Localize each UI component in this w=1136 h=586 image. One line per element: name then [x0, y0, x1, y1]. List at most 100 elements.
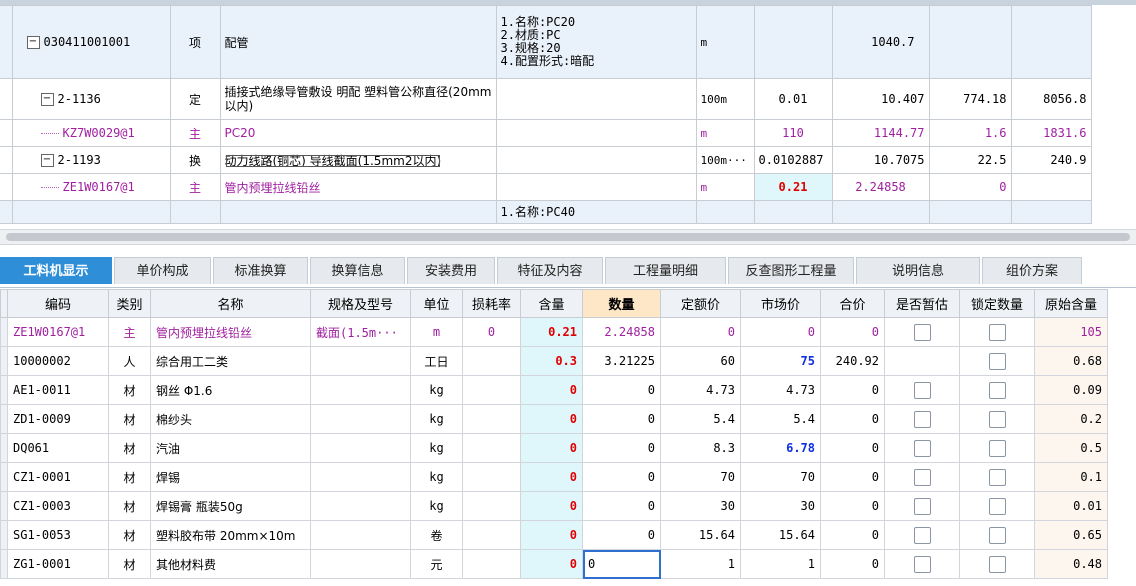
provisional-checkbox[interactable]	[913, 410, 931, 428]
spec-cell[interactable]	[310, 491, 411, 521]
lock-quantity-cell[interactable]	[959, 433, 1035, 463]
base-price-cell[interactable]: 5.4	[660, 404, 741, 434]
item-content-cell[interactable]	[753, 200, 833, 224]
provisional-checkbox-cell[interactable]	[884, 433, 960, 463]
tab-5[interactable]: 安装费用	[407, 257, 495, 284]
column-header[interactable]: 编码	[7, 289, 109, 318]
item-name-cell[interactable]: 动力线路(铜芯) 导线截面(1.5mm2以内)	[219, 146, 497, 174]
item-content-cell[interactable]	[753, 5, 833, 79]
original-content-cell[interactable]: 105	[1034, 317, 1108, 347]
quantity-cell[interactable]: 0	[582, 549, 661, 579]
item-description-cell[interactable]: 1.名称:PC40	[495, 200, 697, 224]
item-price-cell[interactable]: 0	[928, 173, 1012, 201]
lock-quantity-checkbox[interactable]	[988, 555, 1006, 573]
horizontal-scrollbar[interactable]	[0, 229, 1136, 245]
tab-1[interactable]: 工料机显示	[0, 257, 112, 284]
item-total-cell[interactable]: 240.9	[1010, 146, 1092, 174]
market-price-cell[interactable]: 6.78	[740, 433, 821, 463]
lock-quantity-checkbox[interactable]	[988, 381, 1006, 399]
column-header[interactable]: 原始含量	[1034, 289, 1108, 318]
original-content-cell[interactable]: 0.1	[1034, 462, 1108, 492]
tab-9[interactable]: 说明信息	[856, 257, 980, 284]
provisional-checkbox[interactable]	[913, 381, 931, 399]
item-row[interactable]: −2-1136 定插接式绝缘导管敷设 明配 塑料管公称直径(20mm以内) 100m…	[0, 78, 1136, 120]
item-type-cell[interactable]: 项	[169, 5, 221, 79]
lock-quantity-cell[interactable]	[959, 404, 1035, 434]
item-quantity-cell[interactable]: 1040.7	[831, 5, 930, 79]
original-content-cell[interactable]: 0.09	[1034, 375, 1108, 405]
item-total-cell[interactable]: 8056.8	[1010, 78, 1092, 120]
spec-cell[interactable]: 截面(1.5m···	[310, 317, 411, 347]
item-price-cell[interactable]: 774.18	[928, 78, 1012, 120]
unit-cell[interactable]: kg	[410, 404, 463, 434]
name-cell[interactable]: 焊锡膏 瓶装50g	[150, 491, 311, 521]
item-content-cell[interactable]: 0.21	[753, 173, 833, 201]
column-header[interactable]: 单位	[410, 289, 463, 318]
lock-quantity-checkbox[interactable]	[988, 439, 1006, 457]
item-total-cell[interactable]: 1831.6	[1010, 119, 1092, 147]
market-price-cell[interactable]: 0	[740, 317, 821, 347]
item-row[interactable]: 1.名称:PC40	[0, 200, 1136, 224]
total-cell[interactable]: 0	[820, 549, 885, 579]
unit-cell[interactable]: kg	[410, 491, 463, 521]
item-price-cell[interactable]: 22.5	[928, 146, 1012, 174]
total-cell[interactable]: 0	[820, 520, 885, 550]
item-row[interactable]: −030411001001 项配管 1.名称:PC20 2.材质:PC 3.规格:20 4…	[0, 5, 1136, 79]
collapse-icon[interactable]: −	[40, 154, 54, 167]
name-cell[interactable]: 管内预埋拉线铅丝	[150, 317, 311, 347]
item-total-cell[interactable]	[1010, 5, 1092, 79]
name-cell[interactable]: 综合用工二类	[150, 346, 311, 376]
name-cell[interactable]: 钢丝 Φ1.6	[150, 375, 311, 405]
item-row[interactable]: −2-1193 换动力线路(铜芯) 导线截面(1.5mm2以内) 100m··· 0.…	[0, 146, 1136, 174]
item-price-cell[interactable]	[928, 200, 1012, 224]
original-content-cell[interactable]: 0.01	[1034, 491, 1108, 521]
loss-rate-cell[interactable]	[462, 491, 521, 521]
loss-rate-cell[interactable]	[462, 520, 521, 550]
original-content-cell[interactable]: 0.5	[1034, 433, 1108, 463]
item-name-cell[interactable]: 配管	[219, 5, 497, 79]
category-cell[interactable]: 材	[108, 375, 151, 405]
content-cell[interactable]: 0	[520, 404, 583, 434]
item-name-cell[interactable]	[219, 200, 497, 224]
item-price-cell[interactable]	[928, 5, 1012, 79]
code-cell[interactable]: ZG1-0001	[7, 549, 109, 579]
item-name-cell[interactable]: 管内预埋拉线铅丝	[219, 173, 497, 201]
item-code-cell[interactable]: KZ7W0029@1	[11, 119, 171, 147]
resource-row[interactable]: ZE1W0167@1 主管内预埋拉线铅丝 截面(1.5m··· m 0 0.21 2.248…	[0, 317, 1108, 347]
name-cell[interactable]: 汽油	[150, 433, 311, 463]
tab-6[interactable]: 特征及内容	[497, 257, 603, 284]
item-code-cell[interactable]: −2-1193	[11, 146, 171, 174]
loss-rate-cell[interactable]: 0	[462, 317, 521, 347]
quantity-cell[interactable]: 0	[582, 462, 661, 492]
item-content-cell[interactable]: 0.0102887	[753, 146, 833, 174]
loss-rate-cell[interactable]	[462, 549, 521, 579]
provisional-checkbox[interactable]	[913, 555, 931, 573]
spec-cell[interactable]	[310, 404, 411, 434]
item-quantity-cell[interactable]: 2.24858	[831, 173, 930, 201]
name-cell[interactable]: 棉纱头	[150, 404, 311, 434]
column-header[interactable]: 类别	[108, 289, 151, 318]
loss-rate-cell[interactable]	[462, 375, 521, 405]
item-unit-cell[interactable]	[695, 200, 755, 224]
item-type-cell[interactable]: 定	[169, 78, 221, 120]
item-quantity-cell[interactable]: 10.7075	[831, 146, 930, 174]
item-description-cell[interactable]	[495, 119, 697, 147]
content-cell[interactable]: 0	[520, 491, 583, 521]
item-unit-cell[interactable]: 100m	[695, 78, 755, 120]
lock-quantity-checkbox[interactable]	[988, 410, 1006, 428]
provisional-checkbox-cell[interactable]	[884, 462, 960, 492]
item-content-cell[interactable]: 0.01	[753, 78, 833, 120]
lock-quantity-cell[interactable]	[959, 317, 1035, 347]
lock-quantity-cell[interactable]	[959, 346, 1035, 376]
base-price-cell[interactable]: 15.64	[660, 520, 741, 550]
unit-cell[interactable]: kg	[410, 462, 463, 492]
item-content-cell[interactable]: 110	[753, 119, 833, 147]
name-cell[interactable]: 其他材料费	[150, 549, 311, 579]
code-cell[interactable]: SG1-0053	[7, 520, 109, 550]
resource-row[interactable]: AE1-0011 材钢丝 Φ1.6 kg 0 0 4.73 4.73 0 0.09	[0, 375, 1108, 405]
item-name-cell[interactable]: 插接式绝缘导管敷设 明配 塑料管公称直径(20mm以内)	[219, 78, 497, 120]
spec-cell[interactable]	[310, 346, 411, 376]
item-type-cell[interactable]: 主	[169, 119, 221, 147]
column-header[interactable]: 规格及型号	[310, 289, 411, 318]
content-cell[interactable]: 0	[520, 462, 583, 492]
